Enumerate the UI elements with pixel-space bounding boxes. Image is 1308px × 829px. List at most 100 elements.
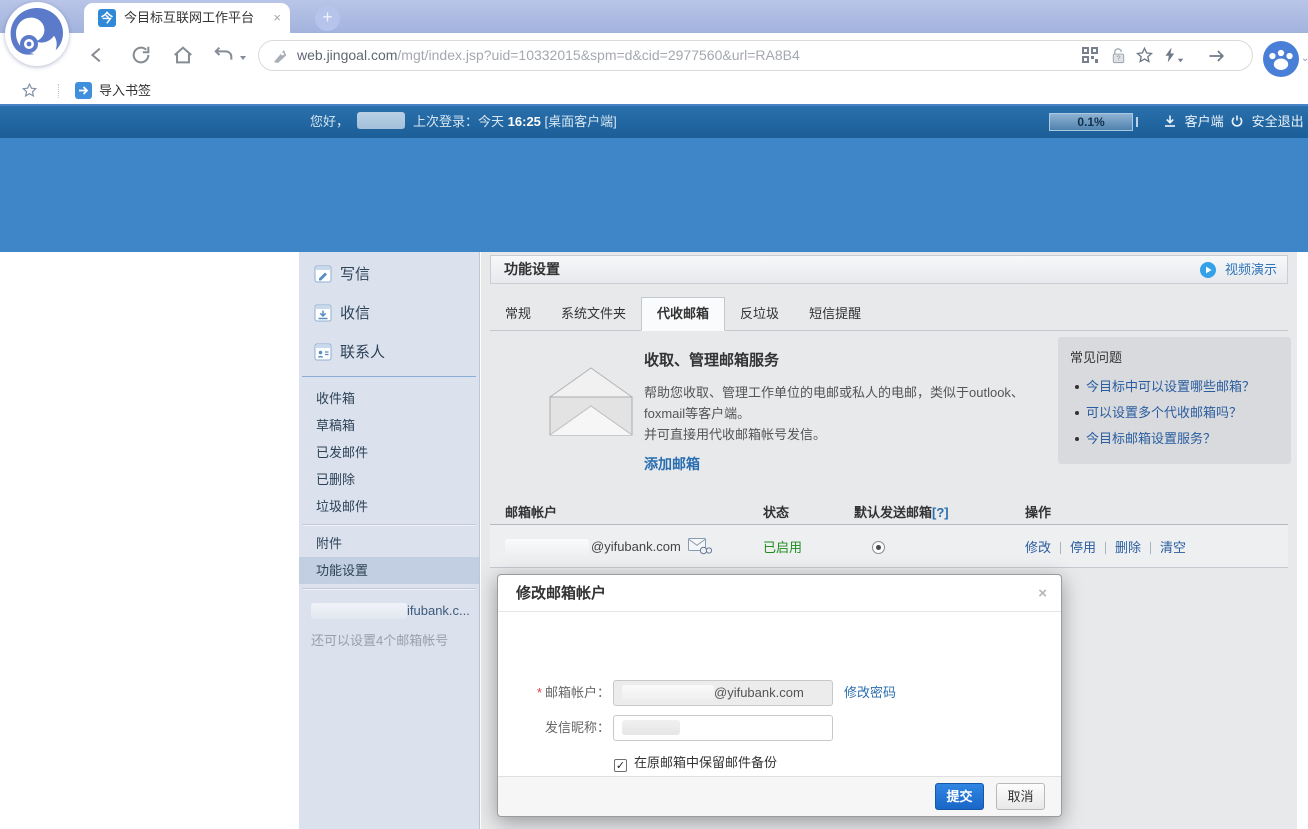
tab-close-icon[interactable]: ×: [273, 3, 281, 33]
home-icon[interactable]: [172, 44, 194, 66]
sidebar-folder-sent[interactable]: 已发邮件: [299, 439, 479, 466]
faq-link-3[interactable]: 今目标邮箱设置服务？: [1070, 426, 1279, 452]
redacted-account-email: [311, 603, 407, 619]
modal-header: 修改邮箱帐户 ×: [498, 575, 1061, 612]
rocket-icon: [271, 47, 290, 66]
import-bookmarks-icon[interactable]: [75, 82, 92, 99]
sidebar-account[interactable]: ifubank.c...: [299, 594, 479, 619]
url-path: /mgt/index.jsp?uid=10332015&spm=d&cid=29…: [397, 47, 799, 63]
sidebar-settings-selected[interactable]: 功能设置: [299, 557, 479, 584]
service-desc-3: 并可直接用代收邮箱帐号发信。: [644, 424, 826, 443]
email-suffix: @yifubank.com: [591, 539, 681, 554]
tab-pop-mailbox-active[interactable]: 代收邮箱: [641, 297, 725, 331]
contacts-label: 联系人: [340, 341, 385, 362]
site-topbar: 您好，上次登录：今天 16:25 [桌面客户端] 0.1% 客户端 安全退出: [0, 106, 1308, 138]
last-login-client: [桌面客户端]: [545, 114, 617, 129]
email-label-text: 邮箱帐户：: [545, 685, 610, 700]
browser-tab[interactable]: 今 今目标互联网工作平台 ×: [84, 3, 290, 33]
bookmark-divider: [58, 84, 59, 98]
action-separator: [1060, 542, 1061, 554]
faq-link-1[interactable]: 今目标中可以设置哪些邮箱？: [1070, 374, 1279, 400]
receive-icon: [314, 304, 332, 322]
nickname-label-text: 发信昵称：: [545, 720, 610, 735]
email-value-suffix: @yifubank.com: [714, 685, 804, 700]
security-lock-icon[interactable]: ?: [1109, 46, 1128, 65]
last-login-label: 上次登录：今天: [413, 114, 504, 129]
sidebar-compose[interactable]: 写信: [299, 254, 479, 293]
default-send-radio[interactable]: [872, 541, 885, 554]
power-icon: [1230, 114, 1244, 128]
new-tab-button[interactable]: +: [315, 6, 340, 31]
email-field-label: *邮箱帐户：: [498, 680, 610, 706]
screen: 今 今目标互联网工作平台 × + web.jingoal.com/mgt/ind…: [0, 0, 1308, 829]
redacted-email-value: [622, 685, 714, 700]
keep-backup-option[interactable]: ✓ 在原邮箱中保留邮件备份: [614, 752, 777, 772]
reload-icon[interactable]: [130, 44, 152, 66]
change-password-link[interactable]: 修改密码: [844, 680, 896, 706]
lightning-dropdown-icon[interactable]: [1176, 52, 1195, 71]
action-modify[interactable]: 修改: [1025, 540, 1051, 555]
add-mailbox-link[interactable]: 添加邮箱: [644, 454, 700, 474]
sidebar-folder-spam[interactable]: 垃圾邮件: [299, 493, 479, 520]
video-demo-link[interactable]: 视频演示: [1200, 256, 1277, 283]
qr-code-icon[interactable]: [1081, 46, 1100, 65]
sidebar-attachments[interactable]: 附件: [299, 530, 479, 557]
service-desc-1: 帮助您收取、管理工作单位的电邮或私人的电邮，类似于outlook、: [644, 382, 1024, 401]
undo-dropdown-icon[interactable]: [238, 50, 260, 72]
bookmark-star-icon[interactable]: [21, 82, 40, 101]
action-delete[interactable]: 删除: [1115, 540, 1141, 555]
url-domain: web.jingoal.com: [297, 47, 397, 63]
nickname-field[interactable]: [613, 715, 833, 741]
play-icon: [1200, 262, 1216, 278]
submit-button[interactable]: 提交: [935, 783, 984, 810]
modal-footer: 提交 取消: [498, 776, 1061, 816]
sidebar-folder-drafts[interactable]: 草稿箱: [299, 412, 479, 439]
account-dropdown-icon[interactable]: ⌄: [1301, 53, 1308, 63]
sidebar-folder-deleted[interactable]: 已删除: [299, 466, 479, 493]
tab-sms-remind[interactable]: 短信提醒: [794, 298, 876, 330]
logout-link[interactable]: 安全退出: [1230, 106, 1304, 138]
redacted-email: [505, 539, 589, 555]
uc-browser-logo-icon[interactable]: [5, 2, 69, 66]
sidebar-folder-inbox[interactable]: 收件箱: [299, 385, 479, 412]
client-download-link[interactable]: 客户端: [1163, 106, 1224, 138]
modal-close-icon[interactable]: ×: [1038, 575, 1047, 612]
tab-antispam[interactable]: 反垃圾: [725, 298, 794, 330]
account-suffix: ifubank.c...: [407, 603, 470, 618]
faq-link-2[interactable]: 可以设置多个代收邮箱吗？: [1070, 400, 1279, 426]
keep-backup-label: 在原邮箱中保留邮件备份: [634, 755, 777, 770]
go-arrow-icon[interactable]: [1207, 46, 1226, 65]
help-icon[interactable]: [?]: [932, 505, 949, 520]
undo-icon[interactable]: [213, 44, 235, 66]
nickname-field-label: 发信昵称：: [498, 715, 610, 741]
account-paw-icon[interactable]: [1263, 41, 1299, 77]
modal-title: 修改邮箱帐户: [516, 575, 606, 612]
action-clear[interactable]: 清空: [1160, 540, 1186, 555]
greeting-text: 您好，上次登录：今天 16:25 [桌面客户端]: [310, 106, 617, 138]
tab-system-folders[interactable]: 系统文件夹: [546, 298, 641, 330]
back-icon[interactable]: [86, 44, 108, 66]
modal-body: *邮箱帐户： @yifubank.com 修改密码 发信昵称： ✓ 在原邮箱中保留…: [498, 612, 1061, 777]
tab-title: 今目标互联网工作平台: [124, 3, 254, 33]
cancel-button[interactable]: 取消: [996, 783, 1045, 810]
action-disable[interactable]: 停用: [1070, 540, 1096, 555]
checkbox-checked-icon[interactable]: ✓: [614, 759, 627, 772]
sidebar-contacts[interactable]: 联系人: [299, 332, 479, 371]
favorite-star-icon[interactable]: [1135, 46, 1154, 65]
storage-progress: 0.1%: [1049, 113, 1133, 131]
cell-account: @yifubank.com: [490, 538, 763, 555]
status-badge: 已启用: [763, 537, 851, 556]
sidebar-divider: [302, 588, 476, 590]
sidebar-receive[interactable]: 收信: [299, 293, 479, 332]
address-bar[interactable]: web.jingoal.com/mgt/index.jsp?uid=103320…: [258, 40, 1253, 71]
faq-title: 常见问题: [1070, 347, 1279, 366]
tab-general[interactable]: 常规: [490, 298, 546, 330]
email-field[interactable]: @yifubank.com: [613, 680, 833, 706]
service-heading: 收取、管理邮箱服务: [644, 349, 779, 370]
video-demo-label: 视频演示: [1225, 262, 1277, 277]
col-status: 状态: [763, 502, 851, 521]
import-bookmarks-label[interactable]: 导入书签: [99, 78, 151, 104]
receive-label: 收信: [340, 302, 370, 323]
download-icon: [1163, 114, 1177, 128]
logout-label: 安全退出: [1252, 114, 1304, 129]
